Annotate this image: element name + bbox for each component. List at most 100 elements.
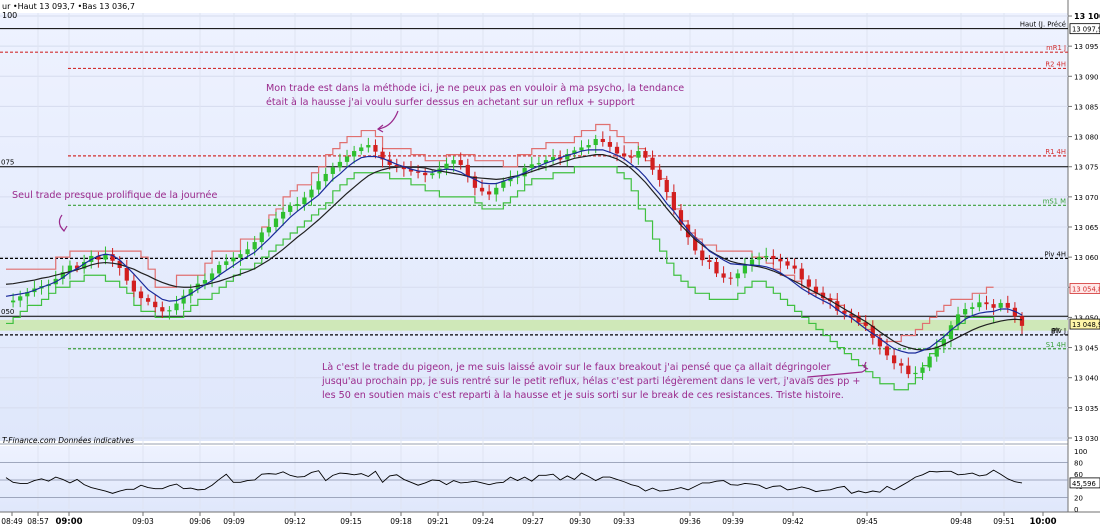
candle-body (963, 308, 968, 315)
candle-body (259, 232, 264, 243)
x-tick-label: 09:03 (132, 517, 154, 526)
x-tick-label: 09:24 (472, 517, 494, 526)
candle-body (373, 145, 378, 152)
header-title: ur •Haut 13 093,7 •Bas 13 036,7 (2, 2, 135, 11)
x-tick-label: 09:27 (522, 517, 544, 526)
candle-body (714, 261, 719, 274)
candle-body (799, 268, 804, 280)
candle-body (131, 280, 137, 292)
x-tick-label: 08:57 (27, 517, 49, 526)
candle-body (252, 242, 257, 250)
candle-body (721, 273, 726, 278)
candle-body (984, 302, 989, 305)
left-edge-label: 075 (1, 159, 14, 167)
candle-body (458, 160, 463, 165)
value-box-label: 45,596 (1072, 480, 1096, 488)
candle-body (231, 257, 236, 262)
x-tick-label: 10:00 (1029, 517, 1056, 527)
value-box-label: 13 054,8 (1072, 285, 1100, 293)
annotation-seul-trade-text: Seul trade presque prolifique de la jour… (12, 190, 218, 201)
x-tick-label: 09:30 (569, 517, 591, 526)
candle-body (614, 146, 620, 154)
candle-body (145, 298, 151, 302)
candle-body (884, 346, 890, 356)
x-tick-label: 09:09 (223, 517, 245, 526)
candle-body (273, 218, 279, 227)
candle-body (671, 192, 676, 211)
x-tick-label: 09:33 (613, 517, 635, 526)
candle-body (927, 356, 932, 368)
annotation-mon-trade: Mon trade est dans la méthode ici, je ne… (266, 82, 684, 110)
source-label: T-Finance.com Données indicatives (2, 436, 134, 445)
annotation-pigeon-line: les 50 en soutien mais c'est reparti à l… (322, 390, 844, 401)
candle-body (707, 260, 712, 262)
candle-body (728, 277, 733, 279)
x-tick-label: 09:00 (55, 517, 82, 527)
candle-body (280, 211, 286, 219)
candle-body (10, 300, 16, 303)
candle-body (636, 151, 641, 158)
candle-body (600, 138, 605, 143)
candle-body (664, 179, 669, 193)
candle-body (579, 147, 584, 151)
annotation-pigeon-line: jusqu'au prochain pp, je suis rentré sur… (322, 376, 861, 387)
level-label: Piv J (1052, 327, 1066, 335)
y-tick-label: 13 075 (1074, 164, 1099, 172)
candle-body (771, 255, 776, 259)
value-box-label: 13 097,9 (1072, 26, 1100, 34)
candle-body (586, 145, 591, 148)
candle-body (430, 173, 435, 176)
y-tick-label: 13 040 (1074, 375, 1099, 383)
candle-body (124, 267, 129, 281)
annotation-seul-trade: Seul trade presque prolifique de la jour… (12, 189, 217, 203)
y-tick-label: 13 085 (1074, 103, 1099, 111)
y-tick-label: 13 070 (1074, 194, 1099, 202)
y-tick-label: 13 065 (1074, 224, 1099, 232)
candle-body (757, 257, 762, 260)
indicator-tick-label: 100 (1074, 448, 1087, 456)
y-tick-label: 13 095 (1074, 43, 1099, 51)
candle-body (487, 191, 492, 195)
candle-body (920, 367, 925, 373)
indicator-tick-label: 80 (1074, 460, 1083, 468)
candle-body (536, 163, 541, 165)
candle-body (344, 156, 350, 162)
candle-body (309, 189, 314, 198)
level-label: R2 4H (1045, 60, 1066, 68)
y-tick-label: 13 100 (1074, 12, 1100, 21)
x-tick-label: 09:06 (189, 517, 211, 526)
candle-body (629, 156, 634, 158)
level-label: mS1 M (1043, 197, 1066, 205)
value-box-label: 13 048,9 (1072, 321, 1100, 329)
candle-body (302, 197, 307, 205)
x-tick-label: 09:42 (782, 517, 804, 526)
level-label: Piv 4H (1045, 250, 1066, 258)
x-tick-label: 09:36 (679, 517, 701, 526)
candle-body (913, 372, 918, 375)
annotation-pigeon: Là c'est le trade du pigeon, je me suis … (322, 361, 860, 403)
candle-body (465, 164, 470, 177)
y-tick-label: 13 080 (1074, 134, 1099, 142)
candle-body (245, 249, 250, 255)
candle-body (266, 227, 271, 233)
annotation-mon-trade-line: était à la hausse j'ai voulu surfer dess… (266, 97, 635, 108)
candle-body (224, 261, 229, 265)
candle-body (337, 161, 343, 168)
candle-body (764, 255, 769, 258)
candle-body (359, 147, 364, 152)
candle-body (906, 365, 911, 375)
candle-body (138, 291, 144, 299)
y-tick-label: 13 090 (1074, 73, 1099, 81)
candle-body (217, 264, 222, 274)
candle-body (529, 164, 534, 168)
candle-body (352, 151, 357, 157)
level-label: S1 4H (1046, 341, 1066, 349)
candle-body (778, 258, 783, 262)
candle-body (593, 138, 598, 146)
left-edge-label: 050 (1, 308, 14, 316)
candle-body (479, 187, 485, 192)
candle-body (167, 310, 172, 312)
indicator-tick-label: 20 (1074, 494, 1083, 502)
x-tick-label: 09:21 (427, 517, 449, 526)
candle-body (316, 181, 321, 190)
